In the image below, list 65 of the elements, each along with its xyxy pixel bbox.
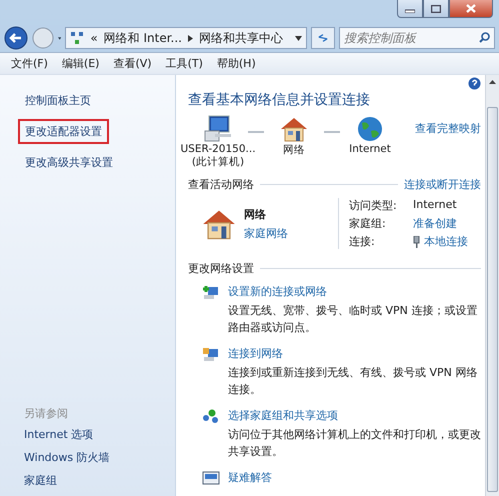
connect-disconnect-link[interactable]: 连接或断开连接 xyxy=(404,177,481,192)
menu-item[interactable]: 编辑(E) xyxy=(56,54,104,73)
address-bar[interactable]: « 网络和 Inter... 网络和共享中心 xyxy=(65,27,307,49)
maximize-icon xyxy=(431,4,441,12)
sidebar-link[interactable]: 控制面板主页 xyxy=(18,88,98,113)
sidebar-link[interactable]: Windows 防火墙 xyxy=(24,450,175,465)
globe-icon xyxy=(355,115,385,143)
detail-link[interactable]: 本地连接 xyxy=(424,234,468,249)
see-also-heading: 另请参阅 xyxy=(24,406,69,421)
menu-item[interactable]: 工具(T) xyxy=(160,54,208,73)
network-icon xyxy=(70,31,84,45)
search-icon xyxy=(479,32,490,43)
nodes-icon xyxy=(202,408,220,424)
node-label: Internet xyxy=(349,143,391,155)
node-label: USER-20150... xyxy=(180,143,256,155)
minimize-button[interactable] xyxy=(397,0,423,18)
detail-label: 家庭组: xyxy=(349,216,387,231)
refresh-button[interactable] xyxy=(311,27,335,49)
overflow-chevron[interactable]: « xyxy=(90,31,98,45)
sidebar-link[interactable]: 家庭组 xyxy=(24,473,175,488)
connector-line xyxy=(248,131,264,133)
menu-item[interactable]: 文件(F) xyxy=(6,54,53,73)
task-link[interactable]: 疑难解答 xyxy=(228,470,481,485)
close-icon xyxy=(466,4,476,13)
breadcrumb-item[interactable]: 网络和共享中心 xyxy=(199,30,283,46)
page-title: 查看基本网络信息并设置连接 xyxy=(188,91,371,109)
search-field[interactable]: 搜索控制面板 xyxy=(339,27,495,49)
menu-item[interactable]: 查看(V) xyxy=(108,54,157,73)
sidebar-link[interactable]: 更改高级共享设置 xyxy=(18,150,120,175)
task-link[interactable]: 设置新的连接或网络 xyxy=(228,284,481,299)
detail-label: 连接: xyxy=(349,234,376,249)
breadcrumb-arrow-icon xyxy=(188,34,193,42)
node-label: 网络 xyxy=(283,143,305,157)
detail-value: Internet xyxy=(413,198,458,213)
dropdown-caret-icon xyxy=(295,36,302,40)
task-link[interactable]: 连接到网络 xyxy=(228,346,481,361)
menu-item[interactable]: 帮助(H) xyxy=(212,54,261,73)
plug-icon xyxy=(413,236,420,248)
forward-circle-icon xyxy=(32,27,54,49)
task-description: 连接到或重新连接到无线、有线、拨号或 VPN 网络连接。 xyxy=(228,365,478,398)
computer-icon xyxy=(203,115,233,143)
detail-link[interactable]: 准备创建 xyxy=(413,216,468,231)
house-icon xyxy=(279,115,309,143)
help-icon[interactable] xyxy=(468,77,481,90)
network-type-link[interactable]: 家庭网络 xyxy=(244,226,288,240)
sidebar-link[interactable]: 更改适配器设置 xyxy=(18,119,109,144)
scrollbar-thumb[interactable] xyxy=(487,107,498,492)
back-button[interactable] xyxy=(4,26,28,50)
scrollbar[interactable] xyxy=(485,75,499,496)
network-name: 网络 xyxy=(244,206,267,222)
task-description: 访问位于其他网络计算机上的文件和打印机，或更改共享设置。 xyxy=(228,427,481,460)
task-link[interactable]: 选择家庭组和共享选项 xyxy=(228,408,481,423)
close-button[interactable] xyxy=(449,0,493,18)
section-heading: 查看活动网络 xyxy=(188,177,254,192)
dropdown-caret-icon[interactable] xyxy=(58,36,62,40)
breadcrumb-item[interactable]: 网络和 Inter... xyxy=(104,30,182,46)
node-sublabel: (此计算机) xyxy=(192,155,244,169)
scroll-up-icon xyxy=(489,80,496,84)
view-full-map-link[interactable]: 查看完整映射 xyxy=(415,121,481,136)
sidebar-link[interactable]: Internet 选项 xyxy=(24,427,175,442)
task-description: 设置无线、宽带、拨号、临时或 VPN 连接；或设置路由器或访问点。 xyxy=(228,303,478,336)
connector-line xyxy=(324,131,340,133)
maximize-button[interactable] xyxy=(423,0,449,18)
detail-label: 访问类型: xyxy=(349,198,398,213)
section-heading: 更改网络设置 xyxy=(188,261,254,276)
